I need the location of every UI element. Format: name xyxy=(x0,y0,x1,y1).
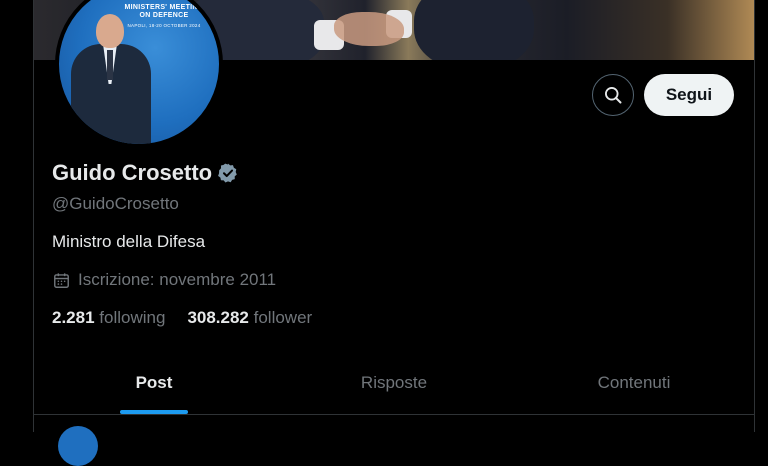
join-date-text: Iscrizione: novembre 2011 xyxy=(78,270,277,289)
tab-contenuti-label: Contenuti xyxy=(597,373,671,392)
following-count: 2.281 xyxy=(52,308,95,327)
search-icon xyxy=(605,87,622,104)
profile-avatar[interactable]: MINISTERS' MEETING ON DEFENCE NAPOLI, 18… xyxy=(55,0,223,148)
followers-count: 308.282 xyxy=(187,308,249,327)
profile-stats: 2.281 following 308.282 follower xyxy=(52,308,334,328)
tab-post-label: Post xyxy=(135,373,173,392)
profile-bio: Ministro della Difesa xyxy=(52,232,206,251)
tab-risposte[interactable]: Risposte xyxy=(274,352,514,414)
following-label: following xyxy=(99,308,166,327)
post-author-avatar[interactable] xyxy=(58,426,98,466)
tab-risposte-label: Risposte xyxy=(360,373,428,392)
active-tab-indicator xyxy=(120,410,188,414)
profile-column: MINISTERS' MEETING ON DEFENCE NAPOLI, 18… xyxy=(33,0,755,466)
tab-post[interactable]: Post xyxy=(34,352,274,414)
search-profile-button[interactable] xyxy=(592,74,634,116)
banner-handshake xyxy=(334,12,404,46)
calendar-icon xyxy=(54,272,69,288)
avatar-head xyxy=(96,14,124,48)
banner-figure-right xyxy=(414,0,534,60)
avatar-backdrop-text: MINISTERS' MEETING ON DEFENCE NAPOLI, 18… xyxy=(124,4,204,28)
followers-link[interactable]: 308.282 follower xyxy=(187,308,312,328)
profile-handle: @GuidoCrosetto xyxy=(52,194,179,213)
following-link[interactable]: 2.281 following xyxy=(52,308,165,328)
profile-name: Guido Crosetto xyxy=(52,160,213,185)
verified-badge-icon xyxy=(218,163,237,183)
profile-tabs: Post Risposte Contenuti xyxy=(34,352,754,415)
tab-contenuti[interactable]: Contenuti xyxy=(514,352,754,414)
follow-button[interactable]: Segui xyxy=(644,74,734,116)
avatar-tie xyxy=(107,50,113,80)
name-row: Guido Crosetto xyxy=(52,160,239,186)
followers-label: follower xyxy=(253,308,313,327)
join-date: Iscrizione: novembre 2011 xyxy=(52,270,276,290)
